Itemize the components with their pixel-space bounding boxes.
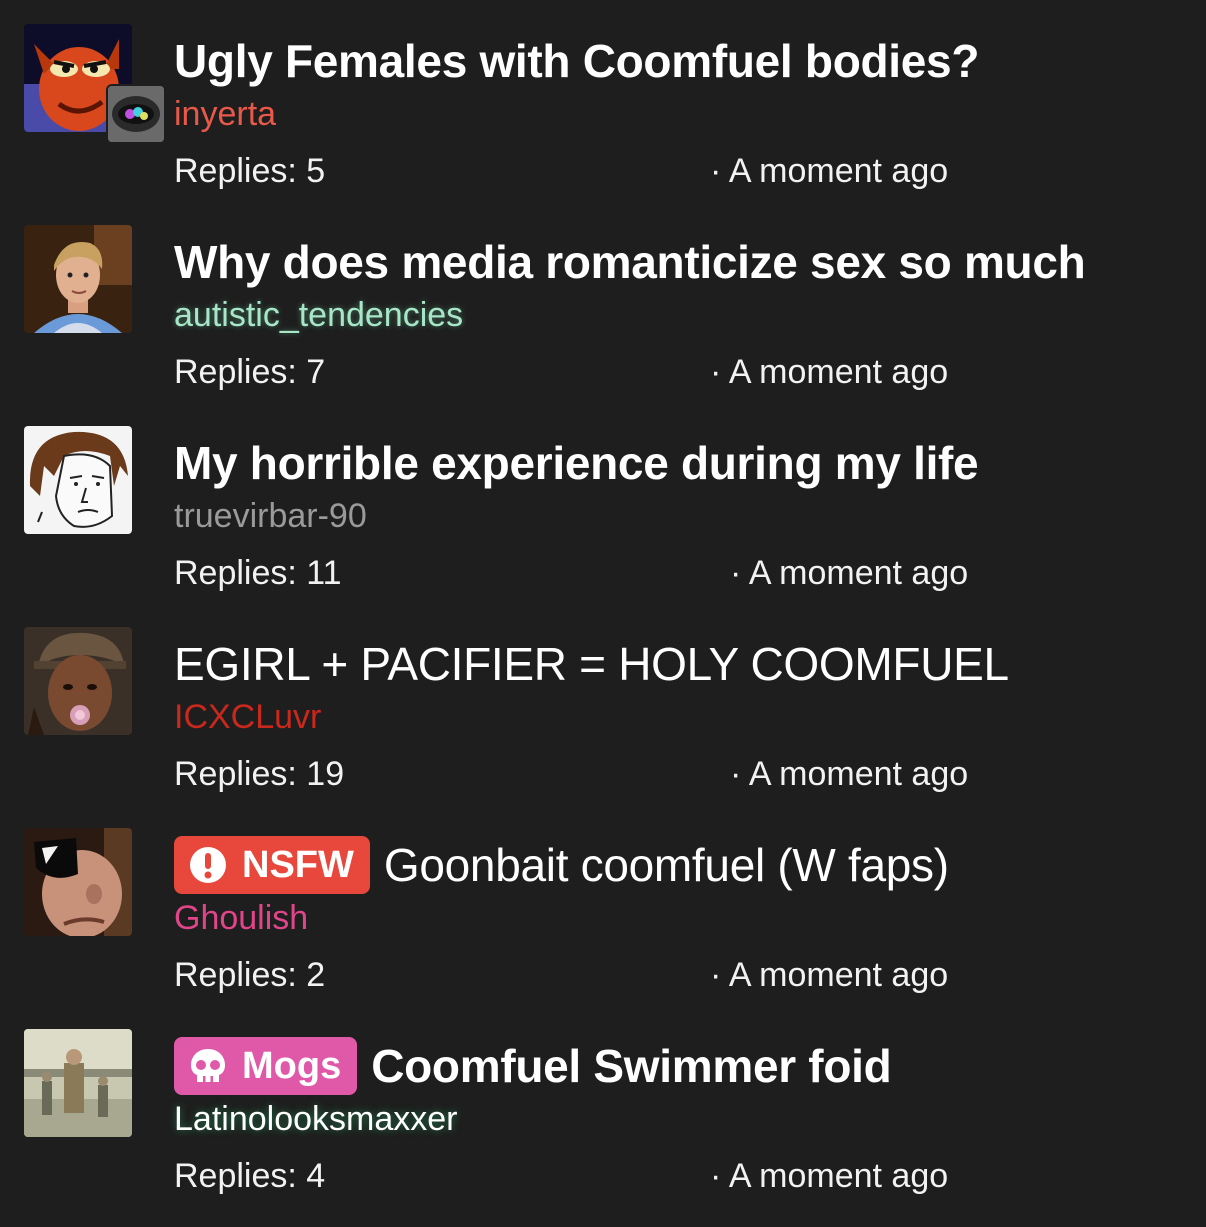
username-link[interactable]: Ghoulish: [174, 896, 308, 940]
young-man-photo-avatar[interactable]: [24, 225, 132, 333]
thread-list: Ugly Females with Coomfuel bodies? inyer…: [0, 0, 1206, 1201]
thread-title[interactable]: Ugly Females with Coomfuel bodies?: [174, 34, 979, 88]
username-link[interactable]: Latinolooksmaxxer: [174, 1097, 457, 1141]
thread-title-row[interactable]: EGIRL + PACIFIER = HOLY COOMFUEL: [174, 635, 1186, 693]
tag-label: NSFW: [242, 843, 354, 886]
username-link[interactable]: ICXCLuvr: [174, 695, 321, 739]
timestamp: · A moment ago: [710, 152, 949, 190]
thread-title-row[interactable]: Ugly Females with Coomfuel bodies?: [174, 32, 1186, 90]
reply-count: Replies: 4: [174, 1157, 326, 1195]
wojak-drawing-avatar[interactable]: [24, 426, 132, 534]
thread-title-row[interactable]: Mogs Coomfuel Swimmer foid: [174, 1037, 1186, 1095]
thread-title[interactable]: EGIRL + PACIFIER = HOLY COOMFUEL: [174, 637, 1009, 691]
thread-item[interactable]: Why does media romanticize sex so much a…: [0, 223, 1206, 423]
skull-icon: [188, 1046, 228, 1086]
thread-title-row[interactable]: Why does media romanticize sex so much: [174, 233, 1186, 291]
thread-item[interactable]: NSFW Goonbait coomfuel (W faps) Ghoulish…: [0, 826, 1206, 1026]
tag-label: Mogs: [242, 1044, 342, 1087]
timestamp: · A moment ago: [710, 353, 949, 391]
username-link[interactable]: inyerta: [174, 92, 276, 136]
thread-title[interactable]: Coomfuel Swimmer foid: [371, 1039, 891, 1093]
thread-title[interactable]: My horrible experience during my life: [174, 436, 979, 490]
reply-count: Replies: 11: [174, 554, 342, 592]
thread-item[interactable]: Mogs Coomfuel Swimmer foid Latinolooksma…: [0, 1027, 1206, 1227]
reply-count: Replies: 5: [174, 152, 326, 190]
thread-title[interactable]: Why does media romanticize sex so much: [174, 235, 1086, 289]
sunglasses-face-avatar[interactable]: [24, 828, 132, 936]
timestamp: · A moment ago: [730, 755, 969, 793]
thread-title-row[interactable]: NSFW Goonbait coomfuel (W faps): [174, 836, 1186, 894]
thread-title[interactable]: Goonbait coomfuel (W faps): [384, 838, 949, 892]
thread-item[interactable]: EGIRL + PACIFIER = HOLY COOMFUEL ICXCLuv…: [0, 625, 1206, 825]
username-link[interactable]: truevirbar-90: [174, 494, 367, 538]
thread-item[interactable]: Ugly Females with Coomfuel bodies? inyer…: [0, 22, 1206, 222]
game-character-pacifier-avatar[interactable]: [24, 627, 132, 735]
mogs-tag[interactable]: Mogs: [174, 1037, 358, 1095]
soldiers-photo-avatar[interactable]: [24, 1029, 132, 1137]
gem-mouth-avatar[interactable]: [106, 84, 166, 144]
exclamation-circle-icon: [188, 845, 228, 885]
timestamp: · A moment ago: [730, 554, 969, 592]
username-link[interactable]: autistic_tendencies: [174, 293, 463, 337]
thread-title-row[interactable]: My horrible experience during my life: [174, 434, 1186, 492]
timestamp: · A moment ago: [710, 1157, 949, 1195]
reply-count: Replies: 7: [174, 353, 326, 391]
nsfw-tag[interactable]: NSFW: [174, 836, 370, 894]
timestamp: · A moment ago: [710, 956, 949, 994]
thread-item[interactable]: My horrible experience during my life tr…: [0, 424, 1206, 624]
reply-count: Replies: 2: [174, 956, 326, 994]
reply-count: Replies: 19: [174, 755, 345, 793]
